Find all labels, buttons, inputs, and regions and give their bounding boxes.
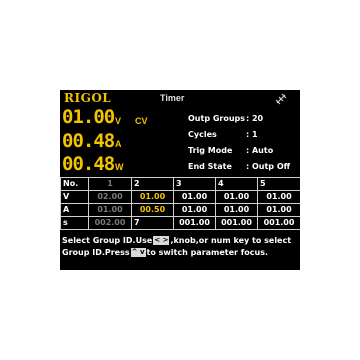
table-row: s 002.00 7 001.00 001.00 001.00 (60, 216, 300, 230)
info-label: Outp Groups (188, 114, 246, 123)
current-readout: 00.48 (62, 130, 115, 152)
info-output-groups[interactable]: Outp Groups: 20 (188, 114, 263, 123)
brand-logo: RIGOL (64, 91, 112, 105)
info-label: End State (188, 162, 232, 171)
voltage-readout: 01.00 (62, 106, 115, 128)
info-label: Cycles (188, 130, 217, 139)
table-header-cell[interactable]: 4 (215, 177, 258, 191)
table-header-cell[interactable]: 1 (88, 177, 132, 191)
table-cell[interactable]: 01.00 (173, 203, 216, 217)
info-end-state[interactable]: End State : Outp Off (188, 162, 290, 171)
table-cell[interactable]: 01.00 (131, 190, 174, 204)
row-label: A (60, 203, 89, 217)
table-cell[interactable]: 00.50 (131, 203, 174, 217)
table-cell[interactable]: 01.00 (173, 190, 216, 204)
table-header-cell[interactable]: 3 (173, 177, 216, 191)
table-cell[interactable]: 02.00 (88, 190, 132, 204)
table-cell[interactable]: 002.00 (88, 216, 132, 230)
table-cell[interactable]: 01.00 (257, 203, 300, 217)
table-header-cell[interactable]: 2 (131, 177, 174, 191)
current-unit: A (115, 139, 122, 149)
help-text: Select Group ID.Use < > ,knob,or num key t… (62, 235, 298, 259)
info-cycles[interactable]: Cycles : 1 (188, 130, 258, 139)
row-label: V (60, 190, 89, 204)
power-supply-screen: RIGOL Timer 01.00 V CV 00.48 A 00.48 W O… (60, 90, 300, 270)
info-value: : 20 (246, 114, 264, 123)
table-cell[interactable]: 001.00 (173, 216, 216, 230)
table-cell[interactable]: 01.00 (257, 190, 300, 204)
table-header-cell[interactable]: 5 (257, 177, 300, 191)
row-label: s (60, 216, 89, 230)
left-right-key-icon: < > (153, 236, 170, 245)
table-row: A 01.00 00.50 01.00 01.00 01.00 (60, 203, 300, 217)
power-readout: 00.48 (62, 153, 115, 175)
table-cell[interactable]: 001.00 (215, 216, 258, 230)
usb-disconnected-icon (275, 93, 287, 105)
up-down-key-icon: ^ v (130, 248, 146, 257)
info-label: Trig Mode (188, 146, 233, 155)
help-text-part: Select Group ID.Use (62, 236, 153, 245)
timer-table: No. 1 2 3 4 5 V 02.00 01.00 01.00 01.00 … (60, 177, 300, 230)
info-value: : Outp Off (246, 162, 291, 171)
table-cell[interactable]: 01.00 (215, 203, 258, 217)
page-title: Timer (160, 93, 185, 103)
mode-indicator: CV (135, 116, 148, 126)
info-value: : 1 (246, 130, 258, 139)
power-unit: W (115, 162, 124, 172)
table-cell[interactable]: 01.00 (88, 203, 132, 217)
table-cell[interactable]: 001.00 (257, 216, 300, 230)
info-trig-mode[interactable]: Trig Mode : Auto (188, 146, 273, 155)
table-cell[interactable]: 01.00 (215, 190, 258, 204)
info-value: : Auto (246, 146, 274, 155)
table-cell[interactable]: 7 (131, 216, 174, 230)
table-row: V 02.00 01.00 01.00 01.00 01.00 (60, 190, 300, 204)
voltage-unit: V (115, 116, 122, 126)
table-header-row: No. 1 2 3 4 5 (60, 177, 300, 191)
help-text-part: to switch parameter focus. (146, 248, 268, 257)
table-header-cell: No. (60, 177, 89, 191)
